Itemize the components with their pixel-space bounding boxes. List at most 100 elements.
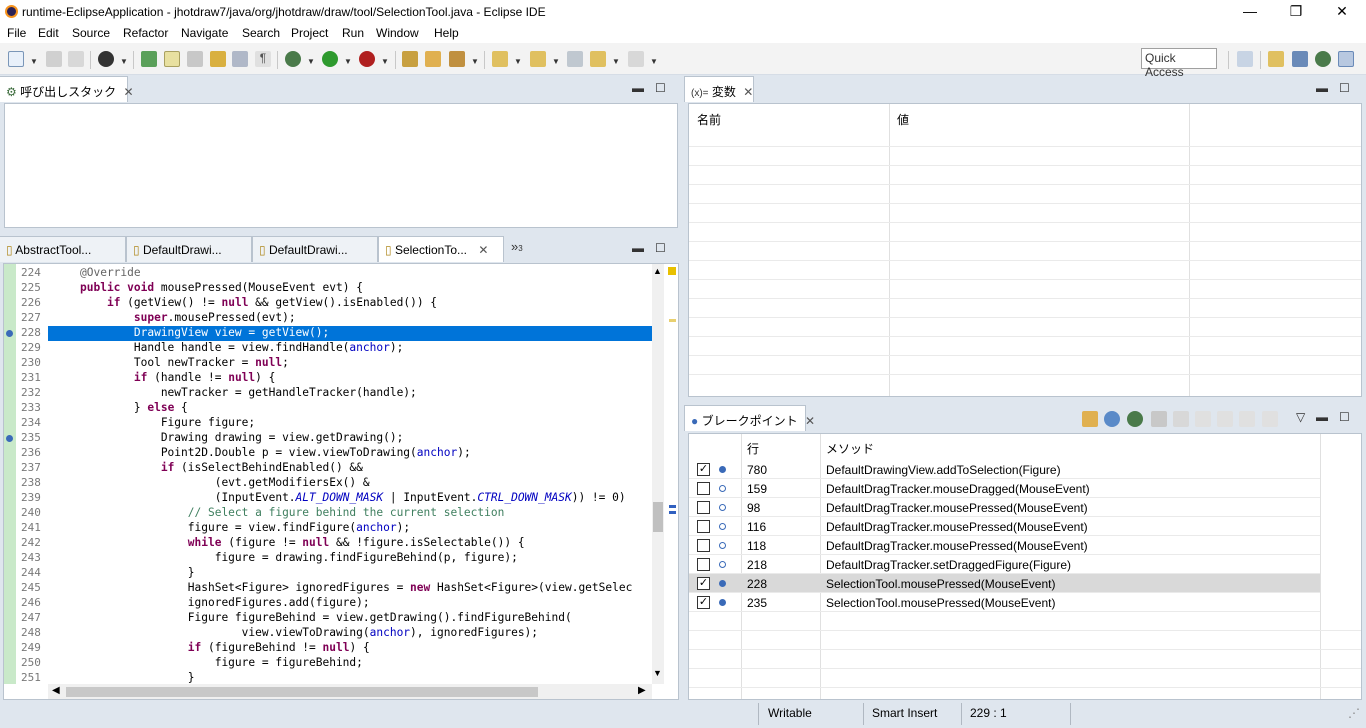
remove-all-icon[interactable]	[1173, 411, 1189, 427]
menu-project[interactable]: Project	[291, 26, 328, 40]
block-icon[interactable]	[210, 51, 226, 67]
code-line[interactable]: 237 if (isSelectBehindEnabled() &&	[4, 461, 644, 476]
breakpoint-enabled-checkbox[interactable]	[697, 482, 710, 495]
remove-breakpoint-icon[interactable]	[1151, 411, 1167, 427]
run-dropdown-icon[interactable]: ▼	[344, 57, 352, 66]
close-button[interactable]: ✕	[1319, 0, 1365, 23]
new-icon[interactable]	[8, 51, 24, 67]
forward-icon[interactable]	[628, 51, 644, 67]
column-header-value[interactable]: 値	[897, 111, 909, 128]
column-header-line[interactable]: 行	[747, 440, 759, 457]
scroll-up-icon[interactable]: ▲	[653, 266, 662, 276]
tab-overflow-button[interactable]: »3	[511, 239, 523, 254]
tab-variables[interactable]: (x)= 変数 ✕	[684, 76, 754, 102]
close-icon[interactable]: ✕	[805, 414, 815, 428]
maximize-panel-icon[interactable]: ☐	[1339, 410, 1350, 424]
show-supported-icon[interactable]	[1195, 411, 1211, 427]
vertical-scrollbar[interactable]: ▲ ▼	[652, 264, 664, 684]
code-line[interactable]: 231 if (handle != null) {	[4, 371, 644, 386]
view-menu-icon[interactable]: ▽	[1296, 410, 1305, 424]
vertical-scroll-thumb[interactable]	[653, 502, 663, 532]
code-line[interactable]: 244 }	[4, 566, 644, 581]
open-folder-icon[interactable]	[1082, 411, 1098, 427]
breakpoint-row[interactable]: 218 DefaultDragTracker.setDraggedFigure(F…	[689, 555, 1320, 574]
java-perspective-icon[interactable]	[1268, 51, 1284, 67]
code-line[interactable]: 248 view.viewToDrawing(anchor), ignoredF…	[4, 626, 644, 641]
menu-file[interactable]: File	[7, 26, 26, 40]
save-all-icon[interactable]	[68, 51, 84, 67]
code-line[interactable]: 229 Handle handle = view.findHandle(anch…	[4, 341, 644, 356]
code-line[interactable]: 250 figure = figureBehind;	[4, 656, 644, 671]
resource-perspective-icon[interactable]	[1292, 51, 1308, 67]
minimize-panel-icon[interactable]: ▬	[1316, 81, 1328, 95]
occurrence-marker[interactable]	[669, 511, 676, 514]
variables-table[interactable]: 名前 値	[688, 103, 1362, 397]
code-line[interactable]: 234 Figure figure;	[4, 416, 644, 431]
tab-editor-1[interactable]: ▯ AbstractTool...	[0, 236, 126, 262]
open-task-icon[interactable]	[425, 51, 441, 67]
next-annotation-dropdown-icon[interactable]: ▼	[514, 57, 522, 66]
external-tools-dropdown-icon[interactable]: ▼	[381, 57, 389, 66]
collapse-all-icon[interactable]	[1239, 411, 1255, 427]
horizontal-scrollbar[interactable]: ◀ ▶	[48, 684, 652, 699]
next-annotation-icon[interactable]	[492, 51, 508, 67]
warning-marker[interactable]	[668, 267, 676, 275]
tab-editor-2[interactable]: ▯ DefaultDrawi...	[126, 236, 252, 262]
maximize-panel-icon[interactable]: ☐	[1339, 81, 1350, 95]
link-with-debug-icon[interactable]	[1104, 411, 1120, 427]
code-line[interactable]: 224 @Override	[4, 266, 644, 281]
code-line[interactable]: 249 if (figureBehind != null) {	[4, 641, 644, 656]
search-dropdown-icon[interactable]: ▼	[471, 57, 479, 66]
code-line[interactable]: 228 DrawingView view = getView();	[4, 326, 652, 341]
link-icon[interactable]	[187, 51, 203, 67]
code-line[interactable]: 242 while (figure != null && !figure.isS…	[4, 536, 644, 551]
callstack-tree[interactable]	[4, 103, 678, 228]
tab-breakpoints[interactable]: ● ブレークポイント ✕	[684, 405, 815, 431]
open-type-icon[interactable]	[402, 51, 418, 67]
breakpoint-marker-icon[interactable]	[6, 330, 13, 337]
code-line[interactable]: 245 HashSet<Figure> ignoredFigures = new…	[4, 581, 644, 596]
close-icon[interactable]: ✕	[478, 243, 488, 257]
breakpoint-marker-icon[interactable]	[6, 435, 13, 442]
overview-ruler[interactable]	[666, 264, 678, 684]
menu-window[interactable]: Window	[376, 26, 419, 40]
show-whitespace-icon[interactable]: ¶	[255, 51, 271, 67]
code-line[interactable]: 247 Figure figureBehind = view.getDrawin…	[4, 611, 644, 626]
breakpoint-row[interactable]: 118 DefaultDragTracker.mousePressed(Mouse…	[689, 536, 1320, 555]
tab-editor-3[interactable]: ▯ DefaultDrawi...	[252, 236, 378, 262]
breakpoint-row[interactable]: ✓ 228 SelectionTool.mousePressed(MouseEven…	[689, 574, 1320, 593]
horizontal-scroll-thumb[interactable]	[66, 687, 538, 697]
breakpoint-row[interactable]: 116 DefaultDragTracker.mousePressed(Mouse…	[689, 517, 1320, 536]
perspective-dropdown-icon[interactable]: ▼	[120, 57, 128, 66]
code-editor[interactable]: 224 @Override 225 public void mousePressed(…	[3, 263, 679, 700]
open-perspective-icon[interactable]	[98, 51, 114, 67]
menu-edit[interactable]: Edit	[38, 26, 59, 40]
breakpoint-row[interactable]: 159 DefaultDragTracker.mouseDragged(Mouse…	[689, 479, 1320, 498]
maximize-panel-icon[interactable]: ☐	[655, 241, 666, 255]
minimize-panel-icon[interactable]: ▬	[632, 241, 644, 255]
expand-icon[interactable]	[1262, 411, 1278, 427]
debug-perspective-icon[interactable]	[1315, 51, 1331, 67]
debug-dropdown-icon[interactable]: ▼	[307, 57, 315, 66]
menu-help[interactable]: Help	[434, 26, 459, 40]
code-line[interactable]: 240 // Select a figure behind the curren…	[4, 506, 644, 521]
code-line[interactable]: 238 (evt.getModifiersEx() &	[4, 476, 644, 491]
tab-editor-4-active[interactable]: ▯ SelectionTo... ✕	[378, 236, 504, 262]
close-icon[interactable]: ✕	[123, 85, 133, 99]
last-edit-icon[interactable]	[567, 51, 583, 67]
tab-callstack[interactable]: ⚙ 呼び出しスタック ✕	[0, 76, 134, 102]
minimize-panel-icon[interactable]: ▬	[632, 81, 644, 95]
breakpoint-enabled-checkbox[interactable]: ✓	[697, 596, 710, 609]
code-line[interactable]: 227 super.mousePressed(evt);	[4, 311, 644, 326]
minimize-panel-icon[interactable]: ▬	[1316, 410, 1328, 424]
breakpoint-row[interactable]: ✓ 780 DefaultDrawingView.addToSelection(Fi…	[689, 460, 1320, 479]
run-icon[interactable]	[322, 51, 338, 67]
scroll-left-icon[interactable]: ◀	[52, 685, 60, 696]
skip-all-breakpoints-icon[interactable]	[1127, 411, 1143, 427]
open-perspective-button-icon[interactable]	[1237, 51, 1253, 67]
code-line[interactable]: 235 Drawing drawing = view.getDrawing();	[4, 431, 644, 446]
breakpoint-row[interactable]: ✓ 235 SelectionTool.mousePressed(MouseEven…	[689, 593, 1320, 612]
maximize-panel-icon[interactable]: ☐	[655, 81, 666, 95]
menu-source[interactable]: Source	[72, 26, 110, 40]
other-perspective-icon[interactable]	[1338, 51, 1354, 67]
